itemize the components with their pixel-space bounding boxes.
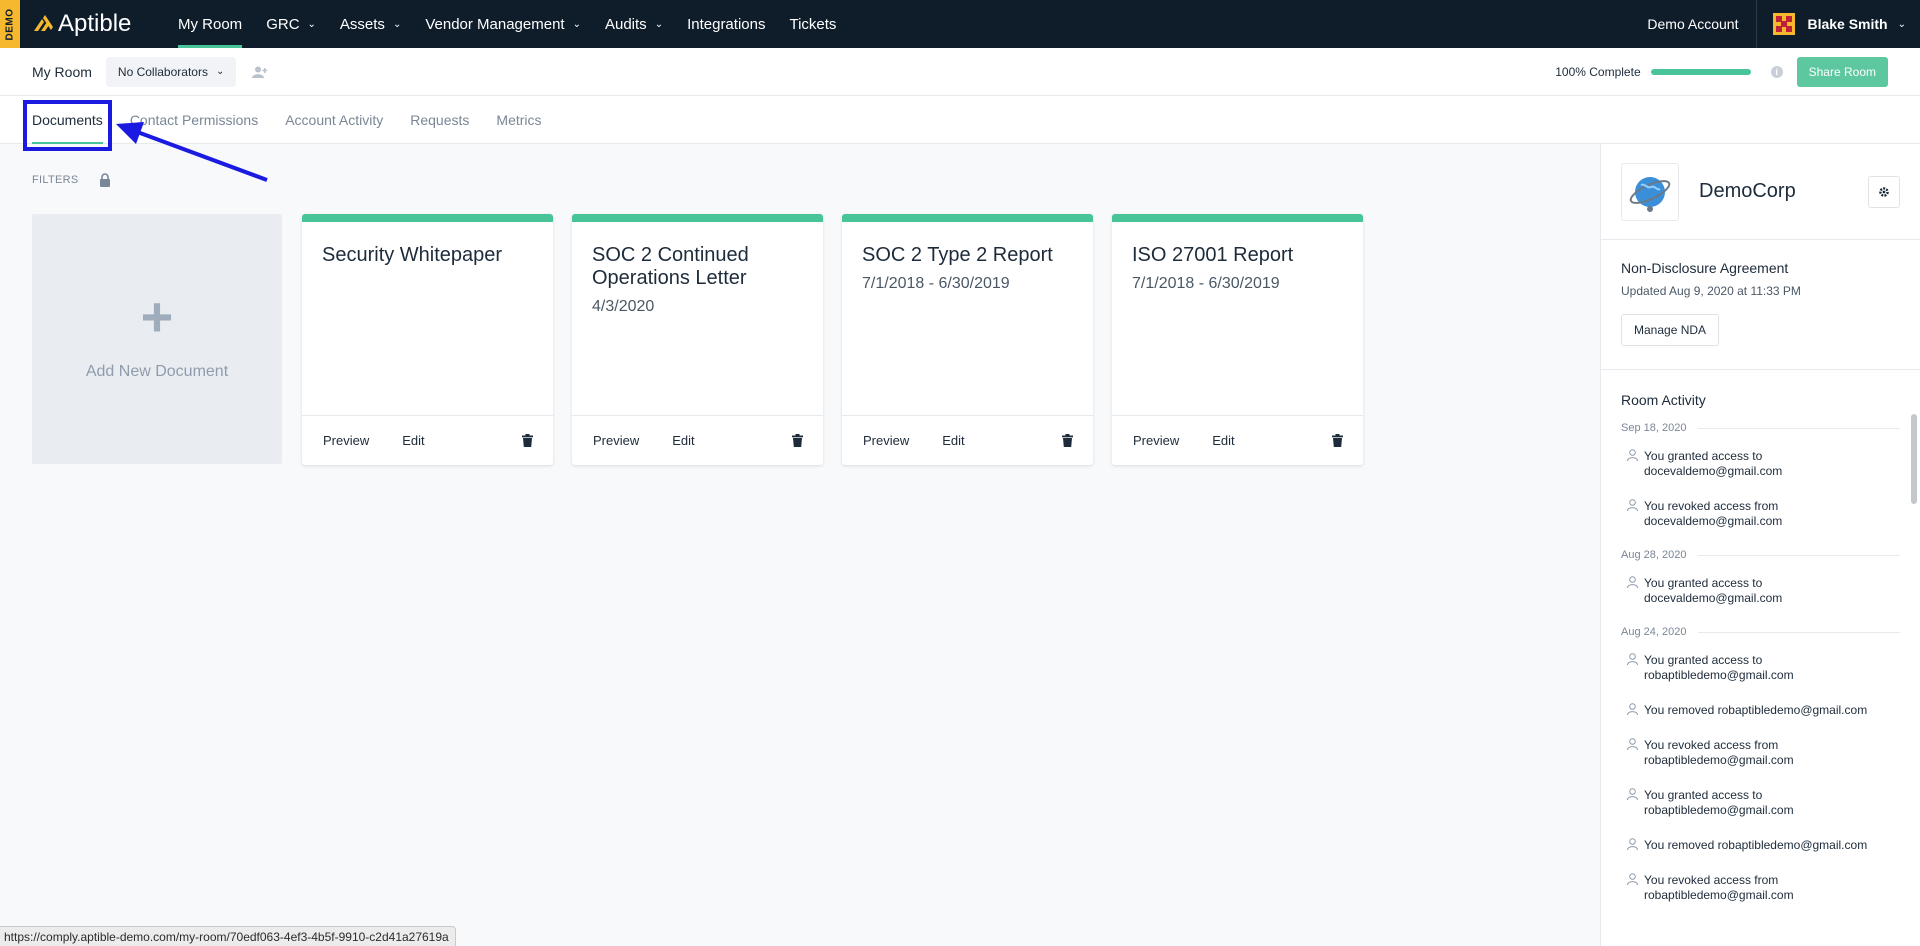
settings-button[interactable] [1868, 175, 1900, 208]
activity-item: You granted access to robaptibledemo@gma… [1621, 788, 1900, 818]
activity-item: You revoked access from docevaldemo@gmai… [1621, 499, 1900, 529]
trash-icon[interactable] [1062, 434, 1073, 447]
nav-grc[interactable]: GRC ⌄ [266, 0, 316, 48]
edit-button[interactable]: Edit [402, 433, 424, 448]
chevron-down-icon: ⌄ [654, 18, 664, 30]
status-bar-url: https://comply.aptible-demo.com/my-room/… [0, 926, 456, 946]
edit-button[interactable]: Edit [1212, 433, 1234, 448]
chevron-down-icon: ⌄ [1897, 18, 1906, 30]
person-icon [1627, 449, 1638, 461]
document-title: SOC 2 Type 2 Report [862, 244, 1053, 266]
nda-updated: Updated Aug 9, 2020 at 11:33 PM [1621, 284, 1801, 298]
document-card[interactable]: Security Whitepaper Preview Edit [302, 214, 553, 465]
document-card[interactable]: SOC 2 Type 2 Report 7/1/2018 - 6/30/2019… [842, 214, 1093, 465]
edit-button[interactable]: Edit [942, 433, 964, 448]
activity-date: Aug 28, 2020 [1621, 549, 1900, 561]
chevron-down-icon: ⌄ [215, 66, 225, 77]
nav-integrations[interactable]: Integrations [687, 0, 765, 48]
person-icon [1627, 788, 1638, 800]
edit-button[interactable]: Edit [672, 433, 694, 448]
room-sidebar: DemoCorp Non-Disclosure Agreement Update… [1600, 144, 1920, 946]
room-activity-title: Room Activity [1621, 392, 1706, 408]
tab-account-activity[interactable]: Account Activity [285, 96, 383, 144]
room-title: My Room [32, 63, 92, 80]
info-icon[interactable]: i [1770, 65, 1783, 78]
document-card[interactable]: ISO 27001 Report 7/1/2018 - 6/30/2019 Pr… [1112, 214, 1363, 465]
user-avatar-icon [1773, 13, 1796, 35]
nav-my-room[interactable]: My Room [178, 0, 243, 48]
activity-item: You removed robaptibledemo@gmail.com [1621, 838, 1900, 853]
trash-icon[interactable] [792, 434, 803, 447]
nda-title: Non-Disclosure Agreement [1621, 260, 1789, 276]
collaborators-dropdown[interactable]: No Collaborators ⌄ [105, 56, 237, 87]
room-tabs: Documents Contact Permissions Account Ac… [0, 96, 1920, 144]
document-date: 7/1/2018 - 6/30/2019 [862, 275, 1010, 292]
company-header: DemoCorp [1601, 144, 1920, 240]
tab-requests[interactable]: Requests [410, 96, 469, 144]
completion-status: 100% Complete [1555, 65, 1751, 79]
activity-item: You granted access to robaptibledemo@gma… [1621, 653, 1900, 683]
room-activity: Room Activity Sep 18, 2020 You granted a… [1601, 370, 1920, 903]
preview-button[interactable]: Preview [323, 433, 369, 448]
top-nav: DEMO Aptible My Room GRC ⌄ Assets ⌄ Vendor… [0, 0, 1920, 48]
filters-bar: FILTERS [32, 173, 111, 187]
gear-icon [1879, 186, 1889, 197]
document-title: SOC 2 Continued Operations Letter [592, 244, 749, 289]
preview-button[interactable]: Preview [863, 433, 909, 448]
activity-item: You granted access to docevaldemo@gmail.… [1621, 576, 1900, 606]
add-new-document-card[interactable]: + Add New Document [32, 214, 282, 464]
add-collaborator-icon[interactable] [252, 66, 268, 78]
document-date: 4/3/2020 [592, 298, 655, 315]
preview-button[interactable]: Preview [593, 433, 639, 448]
completion-progress-bar [1650, 68, 1751, 75]
nav-vendor-management[interactable]: Vendor Management ⌄ [425, 0, 581, 48]
person-icon [1627, 576, 1638, 588]
person-icon [1627, 873, 1638, 885]
chevron-down-icon: ⌄ [572, 18, 581, 30]
annotation-highlight-box [23, 100, 112, 151]
person-icon [1627, 838, 1638, 850]
person-icon [1627, 703, 1638, 715]
person-icon [1627, 499, 1638, 511]
plus-icon: + [140, 285, 174, 348]
activity-item: You removed robaptibledemo@gmail.com [1621, 703, 1900, 718]
sidebar-scrollbar[interactable] [1911, 414, 1917, 504]
document-date: 7/1/2018 - 6/30/2019 [1132, 275, 1280, 292]
person-icon [1627, 738, 1638, 750]
activity-date: Sep 18, 2020 [1621, 422, 1900, 434]
nav-assets[interactable]: Assets ⌄ [340, 0, 401, 48]
nav-tickets[interactable]: Tickets [789, 0, 836, 48]
share-room-button[interactable]: Share Room [1796, 56, 1888, 87]
aptible-logo-icon [34, 15, 53, 31]
lock-icon[interactable] [99, 173, 111, 187]
company-logo [1621, 162, 1679, 221]
demo-account-link[interactable]: Demo Account [1647, 0, 1758, 48]
chevron-down-icon: ⌄ [307, 18, 316, 30]
aptible-logo[interactable]: Aptible [32, 10, 154, 38]
user-menu[interactable]: Blake Smith ⌄ [1757, 13, 1920, 35]
activity-date: Aug 24, 2020 [1621, 626, 1900, 638]
document-card[interactable]: SOC 2 Continued Operations Letter 4/3/20… [572, 214, 823, 465]
demo-badge: DEMO [0, 0, 20, 48]
trash-icon[interactable] [1332, 434, 1343, 447]
preview-button[interactable]: Preview [1133, 433, 1179, 448]
manage-nda-button[interactable]: Manage NDA [1621, 314, 1720, 346]
activity-item: You granted access to docevaldemo@gmail.… [1621, 449, 1900, 479]
activity-item: You revoked access from robaptibledemo@g… [1621, 873, 1900, 903]
nda-section: Non-Disclosure Agreement Updated Aug 9, … [1601, 240, 1920, 370]
document-title: ISO 27001 Report [1132, 244, 1294, 266]
globe-logo-icon [1629, 176, 1671, 212]
chevron-down-icon: ⌄ [392, 18, 402, 30]
document-title: Security Whitepaper [322, 244, 503, 266]
annotation-arrow [116, 122, 268, 182]
person-icon [1627, 653, 1638, 665]
tab-metrics[interactable]: Metrics [496, 96, 541, 144]
activity-item: You revoked access from robaptibledemo@g… [1621, 738, 1900, 768]
room-bar: My Room No Collaborators ⌄ 100% Complete… [0, 48, 1920, 96]
company-name: DemoCorp [1699, 180, 1796, 202]
trash-icon[interactable] [522, 434, 533, 447]
nav-audits[interactable]: Audits ⌄ [605, 0, 663, 48]
